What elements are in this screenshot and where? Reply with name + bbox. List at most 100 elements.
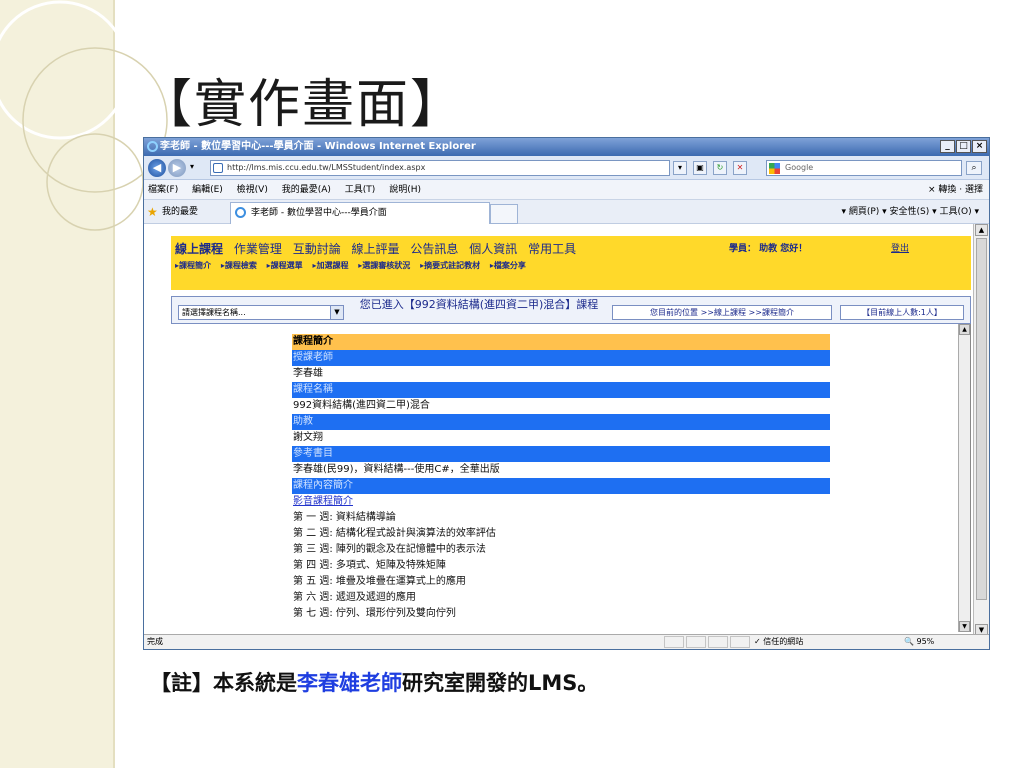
logout-link[interactable]: 登出	[891, 241, 909, 254]
course-select-placeholder: 請選擇課程名稱...	[182, 308, 246, 317]
page-scrollbar[interactable]: ▲ ▼	[973, 224, 989, 636]
search-icon[interactable]: ⌕	[966, 161, 982, 175]
window-controls: _ □ ×	[940, 140, 987, 153]
compat-view-icon[interactable]: ▣	[693, 161, 707, 175]
history-dropdown-icon[interactable]: ▾	[190, 162, 194, 171]
menu-favorites[interactable]: 我的最愛(A)	[282, 185, 331, 195]
subnav-add-course[interactable]: ▸加選課程	[312, 261, 348, 270]
teacher-value: 李春雄	[293, 368, 323, 379]
course-heading: 課程簡介	[292, 334, 830, 350]
course-select[interactable]: 請選擇課程名稱... ▼	[178, 305, 344, 320]
tab-title: 李老師 - 數位學習中心---學員介面	[251, 208, 387, 218]
search-placeholder: Google	[785, 163, 814, 172]
status-cell	[730, 636, 750, 648]
content-label: 課程內容簡介	[292, 478, 830, 494]
week-item: 第 六 週: 遞迴及遞迴的應用	[293, 592, 416, 603]
note-prefix: 【註】本系統是	[150, 671, 297, 695]
inner-scrollbar[interactable]: ▲ ▼	[958, 324, 970, 632]
week-item: 第 四 週: 多項式、矩陣及特殊矩陣	[293, 560, 446, 571]
zoom-level[interactable]: 🔍 95%	[904, 635, 934, 649]
nav-announcements[interactable]: 公告訊息	[410, 242, 458, 256]
ie-logo-icon	[147, 141, 158, 152]
course-name-label: 課程名稱	[292, 382, 830, 398]
nav-discussion[interactable]: 互動討論	[293, 242, 341, 256]
reference-value: 李春雄(民99)，資料結構---使用C#，全華出版	[293, 464, 500, 475]
url-text: http://lms.mis.ccu.edu.tw/LMSStudent/ind…	[227, 163, 426, 172]
url-dropdown-icon[interactable]: ▾	[673, 161, 687, 175]
video-intro-link[interactable]: 影音課程簡介	[292, 494, 830, 510]
teacher-label: 授課老師	[292, 350, 830, 366]
nav-assessment[interactable]: 線上評量	[352, 242, 400, 256]
back-arrow-icon[interactable]: ◀	[148, 159, 166, 177]
command-bar[interactable]: ▾ 網頁(P) ▾ 安全性(S) ▾ 工具(O) ▾	[841, 200, 979, 224]
lms-navigation: 線上課程 作業管理 互動討論 線上評量 公告訊息 個人資訊 常用工具 學員： 助…	[171, 236, 971, 290]
forward-arrow-icon[interactable]: ▶	[168, 159, 186, 177]
menu-help[interactable]: 說明(H)	[389, 185, 421, 195]
page-icon	[213, 163, 223, 173]
scroll-thumb[interactable]	[976, 238, 987, 600]
browser-window: 李老師 - 數位學習中心---學員介面 - Windows Internet E…	[143, 137, 990, 650]
ta-value: 謝文翔	[293, 432, 323, 443]
week-item: 第 五 週: 堆疊及堆疊在運算式上的應用	[293, 576, 466, 587]
nav-tools[interactable]: 常用工具	[528, 242, 576, 256]
new-tab-button[interactable]	[490, 204, 518, 224]
week-item: 第 二 週: 結構化程式設計與演算法的效率評估	[293, 528, 496, 539]
refresh-icon[interactable]: ↻	[713, 161, 727, 175]
nav-online-course[interactable]: 線上課程	[175, 242, 223, 256]
url-input[interactable]: http://lms.mis.ccu.edu.tw/LMSStudent/ind…	[210, 160, 670, 176]
course-select-bar: 請選擇課程名稱... ▼ 您已進入【992資料結構(進四資二甲)混合】課程 您目…	[171, 296, 971, 324]
breadcrumb: 您目前的位置 >>線上課程 >>課程簡介	[612, 305, 832, 320]
week-item: 第 七 週: 佇列、環形佇列及雙向佇列	[293, 608, 456, 619]
slide-note: 【註】本系統是李春雄老師研究室開發的LMS。	[150, 667, 598, 697]
subnav-course-menu[interactable]: ▸課程選單	[267, 261, 303, 270]
address-bar: ◀ ▶ ▾ http://lms.mis.ccu.edu.tw/LMSStude…	[144, 156, 989, 180]
slide-title: 【實作畫面】	[140, 75, 465, 135]
student-greeting: 學員： 助教 您好！	[729, 244, 808, 254]
entered-course-text: 您已進入【992資料結構(進四資二甲)混合】課程	[359, 298, 599, 311]
menu-view[interactable]: 檢視(V)	[237, 185, 268, 195]
subnav-review-status[interactable]: ▸選課審核狀況	[358, 261, 410, 270]
note-highlight: 李春雄老師	[297, 671, 402, 695]
menu-edit[interactable]: 編輯(E)	[192, 185, 223, 195]
course-name-value: 992資料結構(進四資二甲)混合	[293, 400, 430, 411]
week-item: 第 三 週: 陣列的觀念及在記憶體中的表示法	[293, 544, 486, 555]
menu-translate[interactable]: × 轉換 · 選擇	[928, 180, 983, 200]
status-bar: 完成 ✓ 信任的網站 🔍 95%	[144, 634, 989, 649]
status-cell	[664, 636, 684, 648]
reference-label: 參考書目	[292, 446, 830, 462]
browser-tab[interactable]: 李老師 - 數位學習中心---學員介面	[230, 202, 490, 224]
ta-label: 助教	[292, 414, 830, 430]
maximize-button[interactable]: □	[956, 140, 971, 153]
menu-tools[interactable]: 工具(T)	[345, 185, 376, 195]
page-scroll-up-icon[interactable]: ▲	[975, 224, 988, 236]
subnav-course-search[interactable]: ▸課程檢索	[221, 261, 257, 270]
nav-personal-info[interactable]: 個人資訊	[469, 242, 517, 256]
course-intro: 課程簡介 授課老師 李春雄 課程名稱 992資料結構(進四資二甲)混合 助教 謝…	[292, 334, 830, 622]
window-title: 李老師 - 數位學習中心---學員介面 - Windows Internet E…	[160, 141, 476, 152]
menu-file[interactable]: 檔案(F)	[148, 185, 178, 195]
page-content: 線上課程 作業管理 互動討論 線上評量 公告訊息 個人資訊 常用工具 學員： 助…	[144, 224, 989, 636]
main-nav: 線上課程 作業管理 互動討論 線上評量 公告訊息 個人資訊 常用工具	[175, 240, 583, 257]
scroll-up-icon[interactable]: ▲	[959, 324, 970, 335]
status-text: 完成	[147, 637, 163, 646]
subnav-file-share[interactable]: ▸檔案分享	[490, 261, 526, 270]
chevron-down-icon[interactable]: ▼	[330, 306, 343, 319]
search-input[interactable]: Google	[766, 160, 962, 176]
close-button[interactable]: ×	[972, 140, 987, 153]
status-cell	[708, 636, 728, 648]
menu-bar: 檔案(F) 編輯(E) 檢視(V) 我的最愛(A) 工具(T) 說明(H) × …	[144, 180, 989, 200]
google-icon	[769, 163, 780, 174]
week-item: 第 一 週: 資料結構導論	[293, 512, 396, 523]
nav-assignments[interactable]: 作業管理	[234, 242, 282, 256]
scroll-down-icon[interactable]: ▼	[959, 621, 970, 632]
note-suffix: 研究室開發的LMS。	[402, 671, 599, 695]
favorites-bar: ★ 我的最愛 李老師 - 數位學習中心---學員介面 ▾ 網頁(P) ▾ 安全性…	[144, 200, 989, 224]
favorites-star-icon[interactable]: ★	[147, 200, 158, 224]
stop-icon[interactable]: ✕	[733, 161, 747, 175]
favorites-label[interactable]: 我的最愛	[162, 200, 198, 224]
security-zone[interactable]: ✓ 信任的網站	[754, 635, 803, 649]
minimize-button[interactable]: _	[940, 140, 955, 153]
online-count: 【目前線上人數:1人】	[840, 305, 964, 320]
subnav-course-intro[interactable]: ▸課程簡介	[175, 261, 211, 270]
subnav-annotated-materials[interactable]: ▸摘要式註記教材	[420, 261, 480, 270]
